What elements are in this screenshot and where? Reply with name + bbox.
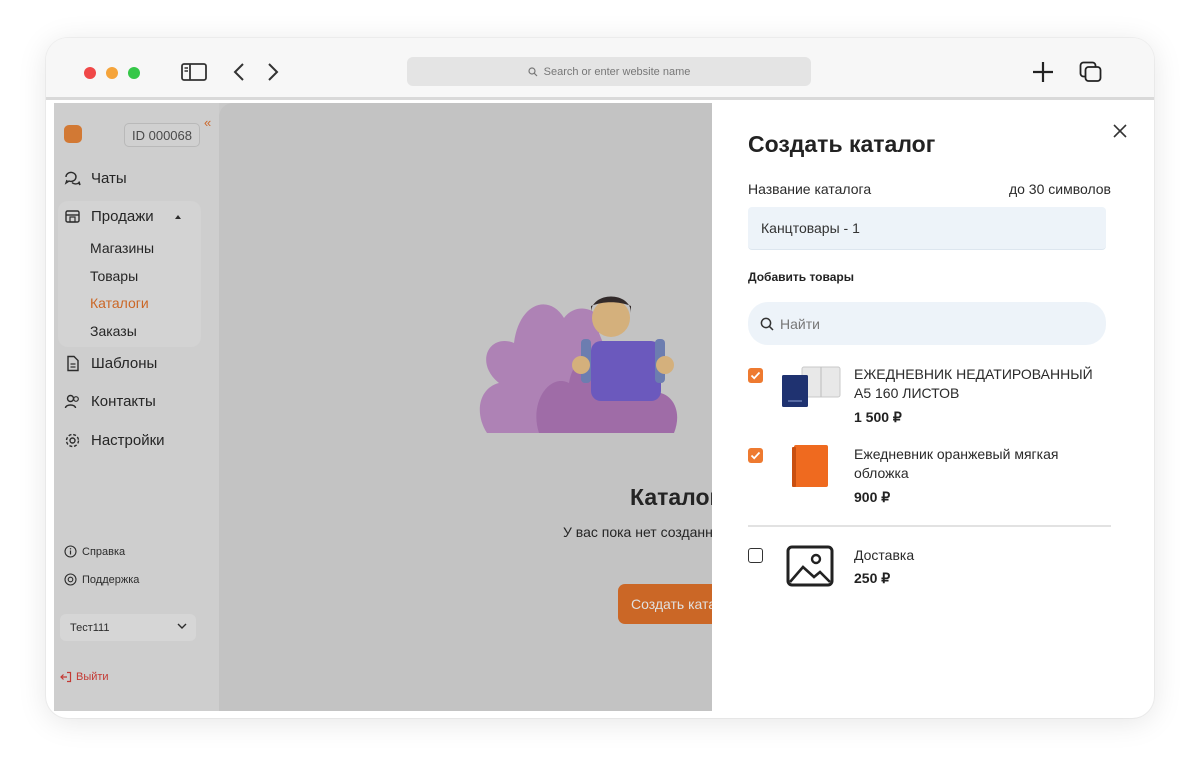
search-icon xyxy=(760,317,774,331)
notebook-image xyxy=(782,366,841,407)
store-icon xyxy=(65,210,80,223)
create-catalog-panel: Создать каталог Название каталога до 30 … xyxy=(712,103,1146,711)
sidebar-item-chats[interactable]: Чаты xyxy=(64,170,127,187)
sidebar-item-contacts[interactable]: Контакты xyxy=(64,393,156,410)
new-tab-icon[interactable] xyxy=(1032,60,1054,84)
product-name: Доставка xyxy=(854,547,915,563)
product-search-input[interactable] xyxy=(780,315,1080,332)
sidebar-subitem-catalogs[interactable]: Каталоги xyxy=(90,295,149,311)
sidebar-item-label: Контакты xyxy=(91,393,156,410)
empty-state-illustration xyxy=(479,296,678,433)
address-placeholder: Search or enter website name xyxy=(543,65,691,78)
add-products-label: Добавить товары xyxy=(748,270,854,284)
sidebar: ID 000068 « Чаты Продажи Магазины Товары… xyxy=(54,103,219,711)
sidebar-item-sales[interactable]: Продажи xyxy=(64,208,192,225)
sidebar-item-label: Настройки xyxy=(91,432,165,449)
support-link[interactable]: Поддержка xyxy=(64,573,139,586)
catalog-name-input[interactable] xyxy=(748,207,1106,250)
workspace-select-value: Тест111 xyxy=(70,621,110,634)
product-item: Доставка 250 ₽ xyxy=(748,545,1110,596)
product-price: 250 ₽ xyxy=(854,570,891,586)
minimize-window-button[interactable] xyxy=(106,67,118,79)
logout-label: Выйти xyxy=(76,671,109,683)
product-checkbox[interactable] xyxy=(748,368,763,383)
section-divider xyxy=(748,525,1111,527)
search-icon xyxy=(528,66,538,76)
tabs-overview-icon[interactable] xyxy=(1079,60,1103,84)
maximize-window-button[interactable] xyxy=(128,67,140,79)
product-checkbox[interactable] xyxy=(748,548,763,563)
address-bar[interactable]: Search or enter website name xyxy=(407,57,811,86)
product-price: 1 500 ₽ xyxy=(854,409,902,425)
chevron-down-icon xyxy=(177,623,187,629)
sidebar-item-label: Шаблоны xyxy=(91,355,158,372)
browser-toolbar: Search or enter website name xyxy=(46,38,1154,100)
account-id-badge: ID 000068 xyxy=(124,123,200,147)
product-item: ЕЖЕДНЕВНИК НЕДАТИРОВАННЫЙ А5 160 ЛИСТОВ … xyxy=(748,365,1110,427)
close-window-button[interactable] xyxy=(84,67,96,79)
product-price: 900 ₽ xyxy=(854,489,891,505)
image-placeholder-icon xyxy=(786,545,834,587)
workspace-select[interactable]: Тест111 xyxy=(60,614,196,641)
logout-icon xyxy=(60,671,72,683)
product-name: ЕЖЕДНЕВНИК НЕДАТИРОВАННЫЙ А5 160 ЛИСТОВ xyxy=(854,366,1093,401)
product-name: Ежедневник оранжевый мягкая обложка xyxy=(854,446,1059,481)
chevron-up-icon xyxy=(174,214,181,219)
collapse-sidebar-icon[interactable]: « xyxy=(204,115,211,130)
product-search[interactable] xyxy=(748,302,1106,345)
sidebar-item-label: Чаты xyxy=(91,170,127,187)
sidebar-item-templates[interactable]: Шаблоны xyxy=(64,355,157,372)
orange-notebook-image xyxy=(792,445,828,487)
sidebar-subitem-orders[interactable]: Заказы xyxy=(90,323,137,339)
lifebuoy-icon xyxy=(64,573,77,586)
chat-icon xyxy=(64,171,81,186)
browser-window: Search or enter website name ID 000068 «… xyxy=(46,38,1154,718)
help-link[interactable]: Справка xyxy=(64,545,125,558)
sidebar-item-label: Продажи xyxy=(91,208,154,225)
support-label: Поддержка xyxy=(82,573,140,586)
sidebar-subitem-shops[interactable]: Магазины xyxy=(90,240,154,256)
close-icon[interactable] xyxy=(1111,122,1129,140)
contacts-icon xyxy=(64,394,79,409)
panel-title: Создать каталог xyxy=(748,131,936,157)
brand-logo xyxy=(64,125,82,143)
sidebar-toggle-icon[interactable] xyxy=(181,60,207,84)
catalog-name-label: Название каталога xyxy=(748,181,872,197)
sidebar-item-settings[interactable]: Настройки xyxy=(64,432,165,449)
product-checkbox[interactable] xyxy=(748,448,763,463)
back-icon[interactable] xyxy=(232,60,246,84)
help-label: Справка xyxy=(82,545,126,558)
catalog-name-limit: до 30 символов xyxy=(1008,181,1111,197)
gear-icon xyxy=(65,433,80,448)
forward-icon[interactable] xyxy=(266,60,280,84)
document-icon xyxy=(67,355,79,372)
sidebar-subitem-products[interactable]: Товары xyxy=(90,268,138,284)
logout-link[interactable]: Выйти xyxy=(60,671,109,683)
info-icon xyxy=(64,545,77,558)
app-area: ID 000068 « Чаты Продажи Магазины Товары… xyxy=(54,103,1146,711)
product-item: Ежедневник оранжевый мягкая обложка 900 … xyxy=(748,445,1110,507)
